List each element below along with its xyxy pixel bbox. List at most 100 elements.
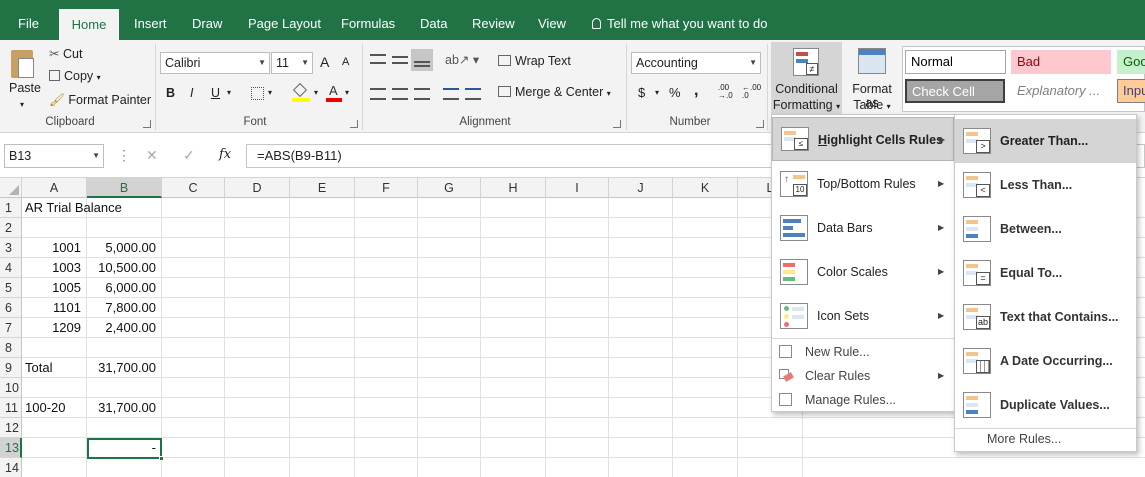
cell-a6[interactable]: 1101 xyxy=(22,298,87,318)
font-name-combo[interactable]: Calibri ▼ xyxy=(160,52,270,74)
italic-button[interactable]: I xyxy=(190,86,193,100)
menu-item-clear-rules[interactable]: Clear Rules ▶ xyxy=(772,365,954,387)
menu-item-highlight-cells-rules[interactable]: ≤ Highlight Cells Rules ▶ xyxy=(772,117,954,161)
cell-a7[interactable]: 1209 xyxy=(22,318,87,338)
format-painter-button[interactable]: 🖌 Format Painter xyxy=(49,93,151,108)
column-header-f[interactable]: F xyxy=(355,178,418,198)
bold-button[interactable]: B xyxy=(166,86,175,100)
cell-b7[interactable]: 2,400.00 xyxy=(87,318,162,338)
row-header-14[interactable]: 14 xyxy=(0,458,22,477)
column-header-b[interactable]: B xyxy=(87,178,162,198)
column-header-i[interactable]: I xyxy=(546,178,609,198)
insert-function-icon[interactable]: fx xyxy=(219,147,231,162)
menu-item-greater[interactable]: > Greater Than... xyxy=(955,119,1136,163)
row-header-3[interactable]: 3 xyxy=(0,238,22,258)
borders-dropdown-icon[interactable]: ▾ xyxy=(268,88,272,97)
menu-item-between[interactable]: Between... xyxy=(955,207,1136,251)
align-center-icon[interactable] xyxy=(392,88,408,100)
copy-button[interactable]: Copy ▾ xyxy=(49,69,101,83)
tab-data[interactable]: Data xyxy=(420,0,447,40)
tab-draw[interactable]: Draw xyxy=(192,0,222,40)
column-header-e[interactable]: E xyxy=(290,178,355,198)
align-left-icon[interactable] xyxy=(370,88,386,100)
shrink-font-button[interactable]: A xyxy=(342,56,349,68)
borders-icon[interactable] xyxy=(251,87,264,100)
menu-item-top-bottom-rules[interactable]: ↑ 10 Top/Bottom Rules ▶ xyxy=(772,162,954,206)
tab-view[interactable]: View xyxy=(538,0,566,40)
menu-item-color-scales[interactable]: Color Scales ▶ xyxy=(772,250,954,294)
percent-button[interactable]: % xyxy=(669,85,681,100)
column-header-a[interactable]: A xyxy=(22,178,87,198)
column-header-k[interactable]: K xyxy=(673,178,738,198)
grow-font-button[interactable]: A xyxy=(320,54,329,70)
name-box[interactable]: B13 ▼ xyxy=(4,144,104,168)
cell-a4[interactable]: 1003 xyxy=(22,258,87,278)
style-check-cell[interactable]: Check Cell xyxy=(905,79,1005,103)
row-header-4[interactable]: 4 xyxy=(0,258,22,278)
currency-button[interactable]: $ xyxy=(638,85,645,100)
tab-formulas[interactable]: Formulas xyxy=(341,0,395,40)
select-all-corner[interactable] xyxy=(0,178,22,198)
row-header-5[interactable]: 5 xyxy=(0,278,22,298)
row-header-9[interactable]: 9 xyxy=(0,358,22,378)
top-align-icon[interactable] xyxy=(370,54,386,64)
format-as-table-button[interactable]: Format as Table ▾ xyxy=(844,42,900,116)
style-normal[interactable]: Normal xyxy=(905,50,1006,74)
underline-dropdown-icon[interactable]: ▾ xyxy=(227,88,231,97)
align-right-icon[interactable] xyxy=(414,88,430,100)
menu-item-duplicate[interactable]: Duplicate Values... xyxy=(955,383,1136,427)
fill-handle[interactable] xyxy=(159,456,164,461)
paste-icon[interactable] xyxy=(8,48,36,82)
row-header-11[interactable]: 11 xyxy=(0,398,22,418)
font-color-icon[interactable]: A xyxy=(326,83,342,103)
cut-button[interactable]: ✂ Cut xyxy=(49,46,82,61)
comma-button[interactable]: , xyxy=(694,82,698,100)
merge-center-button[interactable]: Merge & Center ▾ xyxy=(498,85,611,99)
menu-item-text[interactable]: ab Text that Contains... xyxy=(955,295,1136,339)
row-header-7[interactable]: 7 xyxy=(0,318,22,338)
menu-item-data-bars[interactable]: Data Bars ▶ xyxy=(772,206,954,250)
cell-b3[interactable]: 5,000.00 xyxy=(87,238,162,258)
font-color-dropdown-icon[interactable]: ▾ xyxy=(345,88,349,97)
cell-b6[interactable]: 7,800.00 xyxy=(87,298,162,318)
style-bad[interactable]: Bad xyxy=(1011,50,1111,74)
tab-review[interactable]: Review xyxy=(472,0,515,40)
enter-icon[interactable]: ✓ xyxy=(183,147,195,164)
cell-b4[interactable]: 10,500.00 xyxy=(87,258,162,278)
wrap-text-button[interactable]: Wrap Text xyxy=(498,54,571,68)
cell-a5[interactable]: 1005 xyxy=(22,278,87,298)
tab-page-layout[interactable]: Page Layout xyxy=(248,0,321,40)
row-header-2[interactable]: 2 xyxy=(0,218,22,238)
clipboard-launcher-icon[interactable] xyxy=(143,120,151,128)
number-launcher-icon[interactable] xyxy=(756,120,764,128)
style-input[interactable]: Inpu xyxy=(1117,79,1145,103)
cell-b11[interactable]: 31,700.00 xyxy=(87,398,162,418)
column-header-h[interactable]: H xyxy=(481,178,546,198)
menu-item-icon-sets[interactable]: Icon Sets ▶ xyxy=(772,294,954,338)
column-header-c[interactable]: C xyxy=(162,178,225,198)
cell-b5[interactable]: 6,000.00 xyxy=(87,278,162,298)
row-header-10[interactable]: 10 xyxy=(0,378,22,398)
tell-me-box[interactable]: Tell me what you want to do xyxy=(592,0,767,40)
increase-indent-icon[interactable] xyxy=(465,88,481,100)
fill-color-icon[interactable] xyxy=(292,82,310,102)
menu-item-new-rule[interactable]: New Rule... xyxy=(772,341,954,363)
column-header-d[interactable]: D xyxy=(225,178,290,198)
style-good[interactable]: Goo xyxy=(1117,50,1145,74)
conditional-formatting-button[interactable]: ≠ Conditional Formatting ▾ xyxy=(771,42,842,116)
style-explanatory[interactable]: Explanatory ... xyxy=(1011,79,1111,103)
fill-color-dropdown-icon[interactable]: ▾ xyxy=(314,88,318,97)
row-header-12[interactable]: 12 xyxy=(0,418,22,438)
orientation-icon[interactable]: ab↗ ▾ xyxy=(445,52,479,67)
cell-b9[interactable]: 31,700.00 xyxy=(87,358,162,378)
cell-a1[interactable]: AR Trial Balance xyxy=(22,198,222,218)
column-header-j[interactable]: J xyxy=(609,178,673,198)
currency-dropdown-icon[interactable]: ▾ xyxy=(655,88,659,97)
paste-button[interactable]: Paste xyxy=(9,81,41,95)
number-format-combo[interactable]: Accounting ▼ xyxy=(631,52,761,74)
tab-file[interactable]: File xyxy=(18,0,39,40)
alignment-launcher-icon[interactable] xyxy=(613,120,621,128)
font-size-combo[interactable]: 11 ▼ xyxy=(271,52,313,74)
column-header-g[interactable]: G xyxy=(418,178,481,198)
menu-item-more-rules[interactable]: More Rules... xyxy=(955,430,1136,450)
